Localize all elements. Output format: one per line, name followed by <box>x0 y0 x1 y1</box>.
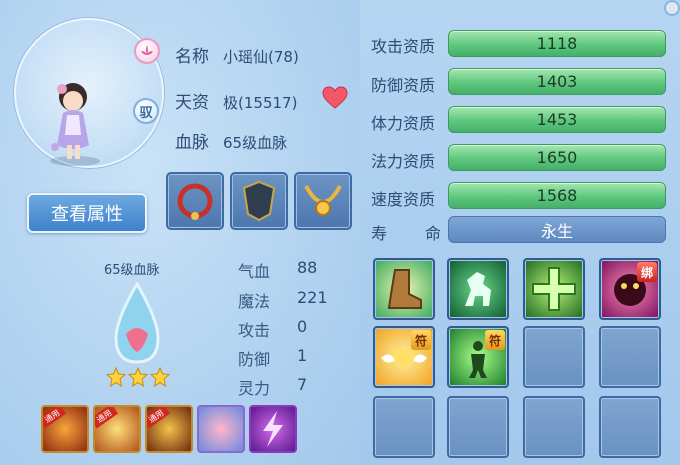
skill-slot-4[interactable]: 绑 <box>599 258 661 320</box>
aptitude-label-attack: 攻击资质 <box>371 37 436 56</box>
aptitude-bar-attack: 1118 <box>448 30 666 57</box>
heart-icon[interactable] <box>322 86 348 110</box>
boot-icon <box>387 269 422 309</box>
aptitude-bar-magic: 1650 <box>448 144 666 171</box>
stat-label-hp: 气血 <box>238 262 271 281</box>
bloodline-skill-2[interactable]: 通用 <box>93 405 141 453</box>
pet-bloodline-row: 血脉 65级血脉 <box>175 128 287 153</box>
aptitude-label-magic: 法力资质 <box>371 152 436 171</box>
equipment-slot-armor[interactable] <box>230 172 288 230</box>
stat-label-attack: 攻击 <box>238 321 271 340</box>
stat-value-defense: 1 <box>297 346 308 365</box>
skill-slot-2[interactable] <box>447 258 509 320</box>
lifespan-label-1: 寿 <box>371 224 388 243</box>
used-tag: 通用 <box>43 407 67 429</box>
pet-talent-value: 极(15517) <box>223 94 298 112</box>
talisman-tag: 符 <box>411 330 431 350</box>
collar-icon <box>177 183 213 220</box>
bloodline-skill-4[interactable] <box>197 405 245 453</box>
skill-slot-empty[interactable] <box>523 326 585 388</box>
star-icon <box>150 367 170 387</box>
skill-slot-6[interactable]: 符 <box>447 326 509 388</box>
aptitude-label-defense: 防御资质 <box>371 76 436 95</box>
pet-bloodline-value: 65级血脉 <box>223 134 288 152</box>
stat-label-defense: 防御 <box>238 350 271 369</box>
mount-badge-icon[interactable]: 驭 <box>133 98 159 124</box>
stat-label-spirit: 灵力 <box>238 379 271 398</box>
bloodline-skill-5[interactable] <box>249 405 297 453</box>
aptitude-bar-stamina: 1453 <box>448 106 666 133</box>
bloodline-skill-3[interactable]: 通用 <box>145 405 193 453</box>
bloodline-skill-1[interactable]: 通用 <box>41 405 89 453</box>
pet-name-label: 名称 <box>175 47 209 67</box>
cross-icon <box>532 267 576 311</box>
stat-label-mp: 魔法 <box>238 292 271 311</box>
lightning-icon <box>263 411 283 447</box>
view-attributes-button[interactable]: 查看属性 <box>27 193 147 233</box>
skill-slot-3[interactable] <box>523 258 585 320</box>
skill-slot-empty[interactable] <box>523 396 585 458</box>
equipment-slot-collar[interactable] <box>166 172 224 230</box>
stat-value-mp: 221 <box>297 288 328 307</box>
bloodline-gem-icon[interactable] <box>106 282 168 366</box>
pet-bloodline-label: 血脉 <box>175 133 209 153</box>
pet-talent-row: 天资 极(15517) <box>175 88 297 113</box>
armor-icon <box>242 180 276 222</box>
corner-button-icon[interactable] <box>664 0 680 16</box>
pet-name-row: 名称 小瑶仙(78) <box>175 42 299 67</box>
skill-slot-empty[interactable] <box>373 396 435 458</box>
aptitude-label-stamina: 体力资质 <box>371 114 436 133</box>
used-tag: 通用 <box>147 407 171 429</box>
stat-value-spirit: 7 <box>297 375 308 394</box>
used-tag: 通用 <box>95 407 119 429</box>
talisman-tag: 符 <box>485 330 505 350</box>
aptitude-label-speed: 速度资质 <box>371 190 436 209</box>
skill-slot-empty[interactable] <box>599 326 661 388</box>
bloodline-title: 65级血脉 <box>104 263 160 278</box>
lifespan-value: 永生 <box>448 216 666 243</box>
pet-talent-label: 天资 <box>175 93 209 113</box>
necklace-icon <box>304 185 342 216</box>
skill-slot-5[interactable]: 符 <box>373 326 435 388</box>
aptitude-bar-speed: 1568 <box>448 182 666 209</box>
star-icon <box>106 367 126 387</box>
bound-tag: 绑 <box>637 262 657 282</box>
stat-value-attack: 0 <box>297 317 308 336</box>
aptitude-bar-defense: 1403 <box>448 68 666 95</box>
skill-slot-empty[interactable] <box>447 396 509 458</box>
pet-avatar <box>51 83 89 159</box>
star-icon <box>128 367 148 387</box>
pet-name-value: 小瑶仙(78) <box>223 48 299 66</box>
stat-value-hp: 88 <box>297 258 318 277</box>
lotus-icon <box>134 38 160 64</box>
skill-slot-1[interactable] <box>373 258 435 320</box>
skill-slot-empty[interactable] <box>599 396 661 458</box>
equipment-slot-necklace[interactable] <box>294 172 352 230</box>
horse-icon <box>465 272 491 306</box>
lifespan-label-2: 命 <box>425 224 442 243</box>
